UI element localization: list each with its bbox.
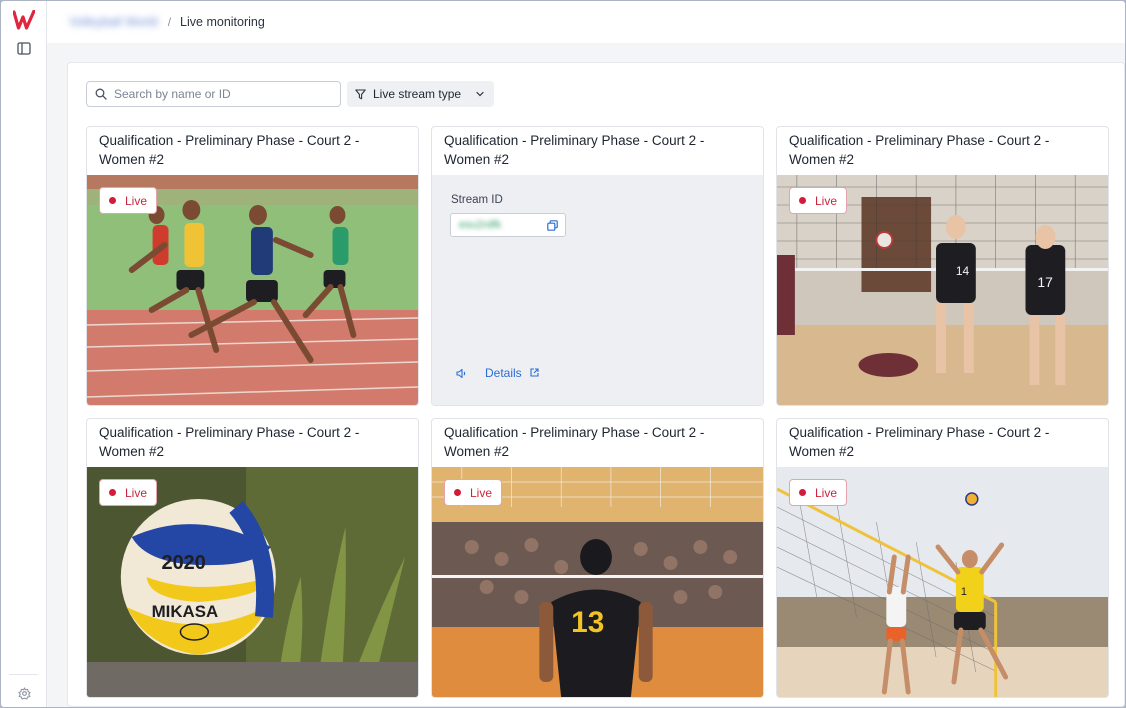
live-badge-label: Live bbox=[125, 485, 148, 500]
filter-label: Live stream type bbox=[373, 87, 462, 101]
live-badge-label: Live bbox=[815, 193, 838, 208]
search-box[interactable] bbox=[86, 81, 341, 107]
stream-id-value: esu2rdfk bbox=[459, 219, 502, 231]
stream-card[interactable]: Qualification - Preliminary Phase - Cour… bbox=[776, 126, 1109, 406]
search-icon bbox=[95, 88, 107, 100]
live-stream-type-filter[interactable]: Live stream type bbox=[347, 81, 494, 107]
live-dot-icon bbox=[799, 489, 806, 496]
rail-divider bbox=[9, 674, 38, 675]
stream-card-title: Qualification - Preliminary Phase - Cour… bbox=[789, 425, 1050, 459]
live-badge-label: Live bbox=[815, 485, 838, 500]
stream-card-title: Qualification - Preliminary Phase - Cour… bbox=[444, 425, 705, 459]
live-dot-icon bbox=[799, 197, 806, 204]
stream-card[interactable]: Qualification - Preliminary Phase - Cour… bbox=[86, 126, 419, 406]
svg-text:13: 13 bbox=[571, 606, 604, 639]
stream-card[interactable]: Qualification - Preliminary Phase - Cour… bbox=[431, 126, 764, 406]
stream-card-title: Qualification - Preliminary Phase - Cour… bbox=[789, 133, 1050, 167]
stream-grid-panel: Live stream type Qualification - Prelimi… bbox=[67, 62, 1125, 707]
breadcrumb: Volleyball World / Live monitoring bbox=[47, 1, 1125, 43]
stream-id-label: Stream ID bbox=[451, 194, 503, 206]
left-rail bbox=[1, 1, 47, 707]
live-status-badge: Live bbox=[789, 479, 848, 506]
stream-card-title: Qualification - Preliminary Phase - Cour… bbox=[444, 133, 705, 167]
svg-text:17: 17 bbox=[1037, 274, 1053, 290]
stream-card-title: Qualification - Preliminary Phase - Cour… bbox=[99, 133, 360, 167]
live-status-badge: Live bbox=[99, 479, 158, 506]
stream-preview[interactable]: 13 Live bbox=[432, 467, 763, 697]
stream-preview[interactable]: 1 Live bbox=[777, 467, 1108, 697]
svg-text:1: 1 bbox=[961, 586, 967, 598]
speaker-icon[interactable] bbox=[456, 368, 467, 379]
stream-preview[interactable]: Live bbox=[87, 175, 418, 405]
w-logo-icon[interactable] bbox=[13, 10, 35, 30]
live-status-badge: Live bbox=[99, 187, 158, 214]
stream-preview[interactable]: 2020 MIKASA Live bbox=[87, 467, 418, 697]
stream-card-title: Qualification - Preliminary Phase - Cour… bbox=[99, 425, 360, 459]
breadcrumb-separator: / bbox=[167, 15, 172, 29]
stream-preview[interactable]: 14 17 Live bbox=[777, 175, 1108, 405]
sidebar-toggle-icon[interactable] bbox=[17, 42, 31, 55]
live-dot-icon bbox=[109, 197, 116, 204]
svg-text:MIKASA: MIKASA bbox=[152, 602, 219, 621]
live-status-badge: Live bbox=[789, 187, 848, 214]
live-dot-icon bbox=[454, 489, 461, 496]
search-input[interactable] bbox=[114, 87, 334, 101]
breadcrumb-parent-link[interactable]: Volleyball World bbox=[69, 15, 158, 29]
page-title: Live monitoring bbox=[180, 15, 265, 29]
stream-card[interactable]: Qualification - Preliminary Phase - Cour… bbox=[776, 418, 1109, 698]
gear-icon[interactable] bbox=[18, 687, 31, 700]
svg-text:14: 14 bbox=[956, 264, 970, 278]
filter-icon bbox=[355, 88, 366, 99]
stream-details-pane: Stream ID esu2rdfk Details bbox=[432, 175, 763, 405]
live-dot-icon bbox=[109, 489, 116, 496]
stream-card[interactable]: Qualification - Preliminary Phase - Cour… bbox=[86, 418, 419, 698]
live-badge-label: Live bbox=[125, 193, 148, 208]
live-status-badge: Live bbox=[444, 479, 503, 506]
details-link[interactable]: Details bbox=[485, 366, 522, 380]
app-window: Volleyball World / Live monitoring Live … bbox=[1, 1, 1125, 707]
stream-id-field: esu2rdfk bbox=[450, 213, 566, 237]
copy-icon[interactable] bbox=[547, 220, 558, 231]
external-link-icon[interactable] bbox=[530, 368, 539, 377]
chevron-down-icon bbox=[476, 91, 484, 97]
stream-card[interactable]: Qualification - Preliminary Phase - Cour… bbox=[431, 418, 764, 698]
svg-text:2020: 2020 bbox=[162, 552, 206, 574]
live-badge-label: Live bbox=[470, 485, 493, 500]
